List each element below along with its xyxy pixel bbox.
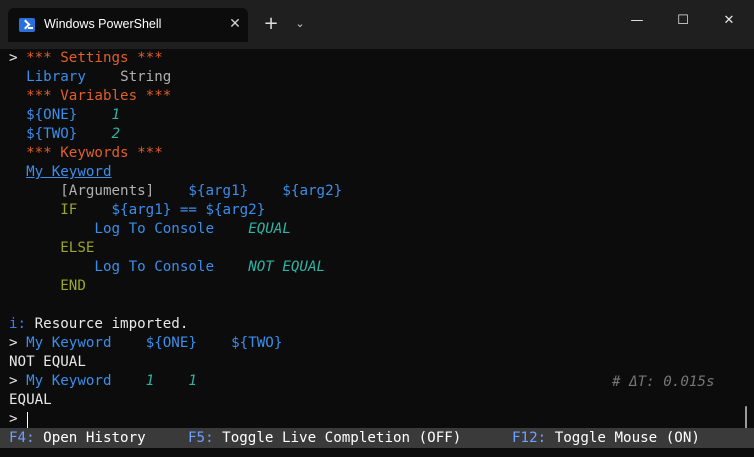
minimize-button[interactable]: — (622, 10, 652, 32)
terminal-line: *** Keywords *** (9, 144, 163, 163)
tab-title: Windows PowerShell (44, 17, 162, 31)
variable-value: 1 (111, 107, 121, 123)
title-bar: Windows PowerShell ✕ + ⌄ — ☐ ✕ (0, 0, 754, 49)
scrollbar-thumb[interactable] (745, 406, 747, 430)
end-keyword: END (60, 278, 86, 294)
chevron-down-icon[interactable]: ⌄ (292, 14, 308, 34)
info-message: Resource imported. (34, 316, 189, 332)
terminal-line: > My Keyword ${ONE} ${TWO} (9, 334, 282, 353)
variable-name: ${ONE} (26, 107, 78, 123)
log-argument: NOT EQUAL (248, 259, 326, 275)
log-keyword: Log To Console (94, 221, 215, 237)
terminal-line: My Keyword (9, 163, 111, 182)
terminal-line: Log To Console NOT EQUAL (9, 258, 325, 277)
terminal-line: [Arguments] ${arg1} ${arg2} (9, 182, 342, 201)
input-line[interactable]: > (9, 410, 18, 429)
keyword-definition-link[interactable]: My Keyword (26, 164, 111, 180)
shortcut-key: F4: (9, 430, 35, 446)
else-keyword: ELSE (60, 240, 95, 256)
shortcut-label: Toggle Mouse (ON) (554, 430, 700, 446)
keyword-call: My Keyword (26, 335, 112, 351)
variables-header: *** Variables *** (26, 88, 172, 104)
library-keyword: Library (26, 69, 86, 85)
shortcut-label: Toggle Live Completion (OFF) (222, 430, 462, 446)
status-bar: F4: Open History F5: Toggle Live Complet… (0, 428, 754, 448)
log-argument: EQUAL (248, 221, 291, 237)
argument: ${arg2} (282, 183, 343, 199)
info-prefix: i: (9, 316, 27, 332)
shortcut-open-history[interactable]: F4: Open History (9, 428, 146, 448)
terminal-line: Library String (9, 68, 171, 87)
tab-close-button[interactable]: ✕ (226, 14, 244, 34)
terminal-line: i: Resource imported. (9, 315, 188, 334)
terminal-line: ELSE (9, 239, 94, 258)
terminal-line: EQUAL (9, 391, 52, 410)
variable-name: ${TWO} (26, 126, 78, 142)
argument: ${arg1} (188, 183, 249, 199)
tab-windows-powershell[interactable]: Windows PowerShell ✕ (8, 8, 248, 42)
if-keyword: IF (60, 202, 78, 218)
terminal-line: > My Keyword 1 1 (9, 372, 197, 391)
terminal-line: > *** Settings *** (9, 49, 163, 68)
console-output: EQUAL (9, 392, 52, 408)
new-tab-button[interactable]: + (261, 14, 281, 34)
keywords-header: *** Keywords *** (26, 145, 163, 161)
settings-header: *** Settings *** (26, 50, 163, 66)
shortcut-toggle-mouse[interactable]: F12: Toggle Mouse (ON) (512, 428, 700, 448)
call-argument: ${ONE} (145, 335, 197, 351)
keyword-call: My Keyword (26, 373, 112, 389)
terminal-line: *** Variables *** (9, 87, 171, 106)
prompt: > (9, 411, 18, 427)
terminal-output[interactable]: > *** Settings *** Library String *** Va… (9, 49, 749, 457)
prompt: > (9, 373, 18, 389)
shortcut-key: F12: (512, 430, 547, 446)
shortcut-key: F5: (188, 430, 214, 446)
arguments-tag: [Arguments] (60, 183, 155, 199)
terminal-line: Log To Console EQUAL (9, 220, 291, 239)
shortcut-label: Open History (43, 430, 146, 446)
log-keyword: Log To Console (94, 259, 215, 275)
call-argument: ${TWO} (231, 335, 283, 351)
terminal-line: ${TWO} 2 (9, 125, 120, 144)
prompt: > (9, 335, 18, 351)
shortcut-toggle-live-completion[interactable]: F5: Toggle Live Completion (OFF) (188, 428, 461, 448)
maximize-button[interactable]: ☐ (668, 10, 698, 32)
terminal-line: END (9, 277, 86, 296)
terminal-line: NOT EQUAL (9, 353, 86, 372)
prompt: > (9, 50, 18, 66)
condition: ${arg1} == ${arg2} (111, 202, 266, 218)
powershell-icon (19, 18, 35, 32)
console-output: NOT EQUAL (9, 354, 86, 370)
close-button[interactable]: ✕ (714, 10, 744, 32)
timing-annotation: # ΔT: 0.015s (612, 374, 715, 390)
variable-value: 2 (111, 126, 121, 142)
call-argument: 1 (188, 373, 197, 389)
terminal-line: ${ONE} 1 (9, 106, 120, 125)
call-argument: 1 (145, 373, 155, 389)
terminal-line: IF ${arg1} == ${arg2} (9, 201, 265, 220)
library-value: String (120, 69, 172, 85)
text-cursor (27, 412, 28, 429)
